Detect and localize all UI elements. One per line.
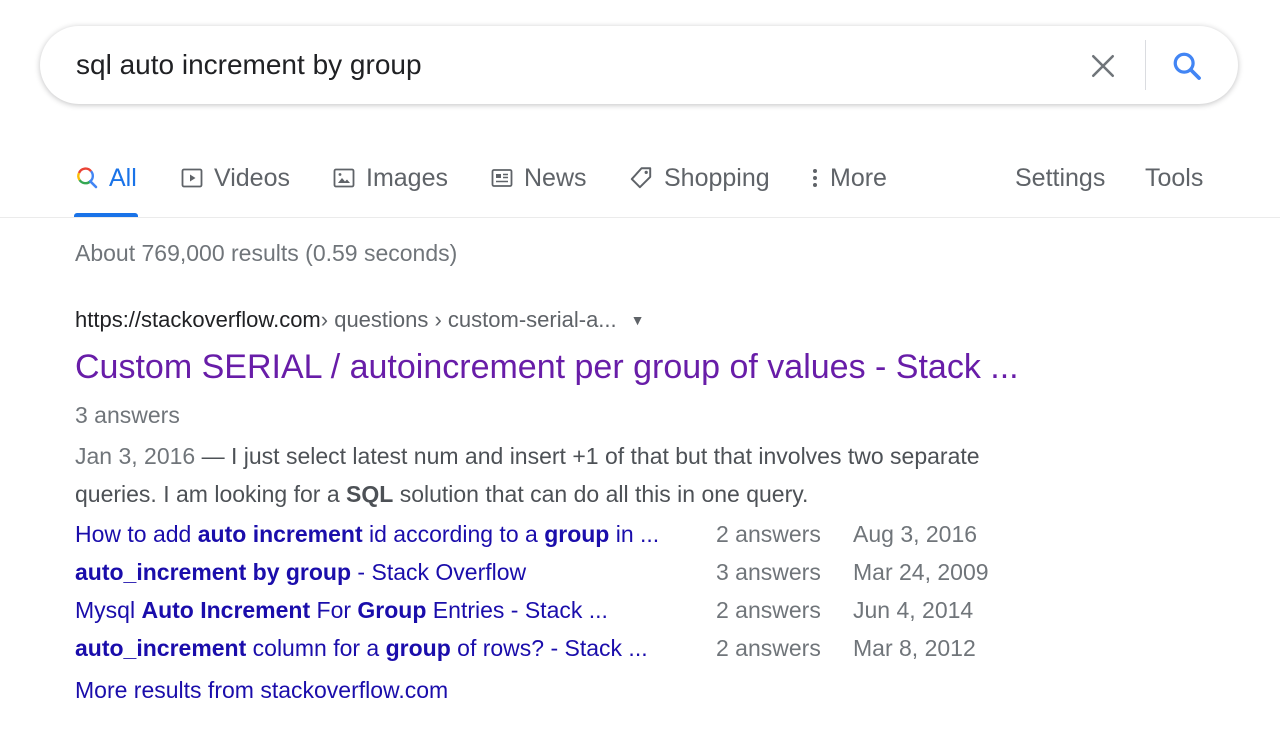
answers-count: 2 answers [716, 597, 821, 623]
snippet-separator: — [195, 443, 231, 469]
search-tabs: All Videos Images News Shopping More Set… [0, 150, 1280, 218]
tab-label: All [109, 163, 137, 192]
link-highlight: auto_increment [75, 635, 247, 661]
link-highlight: Auto Increment [141, 597, 311, 623]
play-icon [181, 168, 203, 188]
result-path: › questions › custom-serial-a... [320, 307, 617, 332]
tab-label: Videos [214, 163, 290, 192]
tag-icon [630, 167, 652, 189]
clear-search-button[interactable] [1080, 46, 1126, 86]
newspaper-icon [491, 169, 513, 187]
question-date: Jun 4, 2014 [853, 597, 974, 623]
snippet-date: Jan 3, 2016 [75, 443, 196, 469]
answers-count: 2 answers [716, 635, 821, 661]
related-question-link[interactable]: How to add auto increment id according t… [75, 521, 659, 548]
link-text: of rows? - Stack ... [450, 635, 648, 661]
question-date: Mar 8, 2012 [853, 635, 976, 661]
related-question-link[interactable]: auto_increment by group - Stack Overflow [75, 559, 526, 586]
tab-images[interactable]: Images [332, 160, 448, 196]
tabs-divider [0, 217, 1280, 218]
question-date: Mar 24, 2009 [853, 559, 989, 585]
search-button[interactable] [1164, 44, 1210, 88]
tab-label: News [524, 163, 587, 192]
more-results-link[interactable]: More results from stackoverflow.com [75, 677, 448, 704]
link-text: - Stack Overflow [351, 559, 527, 585]
link-highlight: auto_increment by group [75, 559, 352, 585]
result-snippet: Jan 3, 2016 — I just select latest num a… [75, 437, 1055, 513]
search-icon [77, 167, 98, 189]
list-item: auto_increment column for a group of row… [75, 635, 1075, 671]
snippet-text: solution that can do all this in one que… [393, 481, 809, 507]
link-highlight: group [385, 635, 451, 661]
result-title-link[interactable]: Custom SERIAL / autoincrement per group … [75, 348, 1019, 387]
question-date: Aug 3, 2016 [853, 521, 978, 547]
search-box [40, 26, 1238, 104]
answers-count: 3 answers [716, 559, 821, 585]
more-vert-icon [813, 169, 817, 187]
tab-label: More [830, 163, 887, 192]
tab-shopping[interactable]: Shopping [628, 160, 770, 196]
answers-count: 2 answers [716, 521, 821, 547]
tab-label: Tools [1145, 163, 1204, 192]
tab-tools[interactable]: Tools [1145, 160, 1203, 196]
tab-more[interactable]: More [810, 160, 887, 196]
related-question-link[interactable]: auto_increment column for a group of row… [75, 635, 648, 662]
close-icon [1091, 54, 1115, 78]
tab-label: Settings [1015, 163, 1106, 192]
link-text: How to add [75, 521, 198, 547]
search-divider [1145, 40, 1146, 90]
tab-news[interactable]: News [490, 160, 587, 196]
list-item: Mysql Auto Increment For Group Entries -… [75, 597, 1075, 633]
tab-settings[interactable]: Settings [1015, 160, 1105, 196]
search-input[interactable] [76, 42, 1056, 88]
snippet-highlight: SQL [346, 481, 394, 507]
result-stats: About 769,000 results (0.59 seconds) [75, 240, 458, 266]
tab-label: Images [366, 163, 448, 192]
link-highlight: Group [357, 597, 427, 623]
related-question-link[interactable]: Mysql Auto Increment For Group Entries -… [75, 597, 608, 624]
result-domain: https://stackoverflow.com [75, 307, 321, 332]
tab-videos[interactable]: Videos [180, 160, 290, 196]
result-answers-count: 3 answers [75, 402, 180, 428]
link-text: in ... [609, 521, 660, 547]
link-text: Mysql [75, 597, 142, 623]
list-item: auto_increment by group - Stack Overflow… [75, 559, 1075, 595]
list-item: How to add auto increment id according t… [75, 521, 1075, 557]
link-highlight: auto increment [197, 521, 363, 547]
link-text: column for a [246, 635, 386, 661]
link-text: id according to a [362, 521, 545, 547]
tab-all[interactable]: All [75, 160, 137, 196]
chevron-down-icon[interactable]: ▼ [631, 312, 645, 328]
result-url: https://stackoverflow.com › questions › … [75, 307, 645, 333]
tab-label: Shopping [664, 163, 770, 192]
link-text: Entries - Stack ... [426, 597, 608, 623]
image-icon [333, 168, 355, 188]
link-text: For [310, 597, 358, 623]
search-icon [1173, 52, 1201, 80]
link-highlight: group [544, 521, 610, 547]
